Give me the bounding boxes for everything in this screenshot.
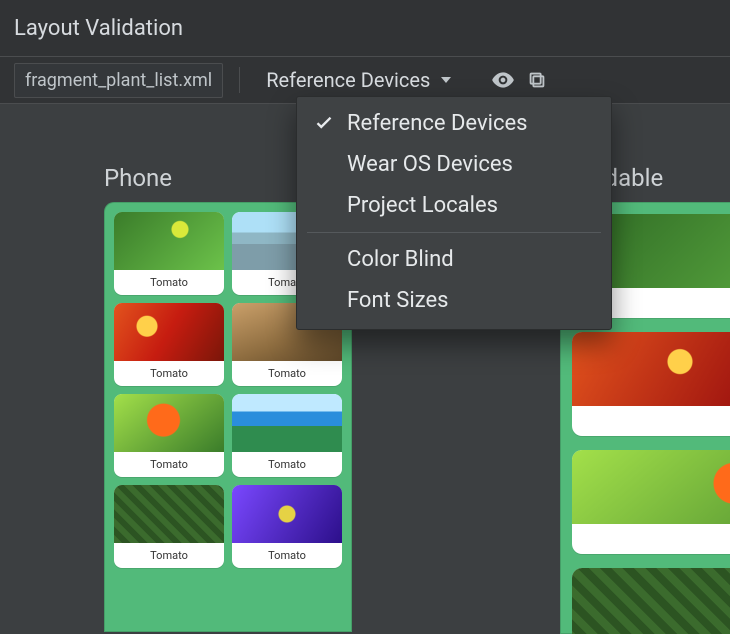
list-item: Tomato bbox=[572, 450, 730, 554]
menu-item-label: Font Sizes bbox=[347, 288, 448, 313]
menu-item-label: Wear OS Devices bbox=[347, 152, 513, 177]
copy-icon[interactable] bbox=[526, 69, 548, 91]
menu-item-label: Reference Devices bbox=[347, 111, 528, 136]
card-caption: Tomato bbox=[572, 524, 730, 554]
thumbnail bbox=[572, 332, 730, 406]
dropdown-label: Reference Devices bbox=[266, 68, 430, 92]
card-caption: Tomato bbox=[572, 406, 730, 436]
preview-group-label-phone: Phone bbox=[104, 164, 172, 192]
card-caption: Tomato bbox=[114, 270, 224, 295]
menu-item-font-sizes[interactable]: Font Sizes bbox=[297, 280, 611, 321]
breadcrumb-label: fragment_plant_list.xml bbox=[25, 70, 212, 91]
thumbnail bbox=[114, 212, 224, 270]
thumbnail bbox=[114, 394, 224, 452]
list-item: Tomato bbox=[572, 332, 730, 436]
list-item: Tomato bbox=[232, 485, 342, 568]
menu-item-project-locales[interactable]: Project Locales bbox=[297, 185, 611, 226]
menu-item-label: Color Blind bbox=[347, 247, 454, 272]
card-caption: Tomato bbox=[114, 361, 224, 386]
menu-item-color-blind[interactable]: Color Blind bbox=[297, 239, 611, 280]
card-caption: Tomato bbox=[232, 361, 342, 386]
list-item: Tomato bbox=[572, 568, 730, 634]
breadcrumb[interactable]: fragment_plant_list.xml bbox=[14, 63, 223, 98]
list-item: Tomato bbox=[232, 394, 342, 477]
check-icon bbox=[313, 113, 335, 135]
menu-divider bbox=[307, 232, 601, 233]
thumbnail bbox=[114, 303, 224, 361]
toolbar-separator bbox=[239, 67, 240, 93]
list-item: Tomato bbox=[114, 303, 224, 386]
thumbnail bbox=[114, 485, 224, 543]
page-title: Layout Validation bbox=[14, 16, 183, 41]
thumbnail bbox=[232, 485, 342, 543]
menu-item-label: Project Locales bbox=[347, 193, 498, 218]
card-caption: Tomato bbox=[114, 543, 224, 568]
menu-check-placeholder bbox=[313, 290, 335, 312]
menu-item-wear-os-devices[interactable]: Wear OS Devices bbox=[297, 144, 611, 185]
chevron-down-icon bbox=[438, 72, 454, 88]
menu-check-placeholder bbox=[313, 154, 335, 176]
list-item: Tomato bbox=[114, 212, 224, 295]
visibility-icon[interactable] bbox=[490, 67, 516, 93]
thumbnail bbox=[572, 568, 730, 634]
menu-item-reference-devices[interactable]: Reference Devices bbox=[297, 103, 611, 144]
list-item: Tomato bbox=[114, 485, 224, 568]
card-caption: Tomato bbox=[232, 543, 342, 568]
validation-set-menu: Reference Devices Wear OS Devices Projec… bbox=[296, 96, 612, 330]
menu-check-placeholder bbox=[313, 195, 335, 217]
menu-check-placeholder bbox=[313, 249, 335, 271]
card-caption: Tomato bbox=[114, 452, 224, 477]
validation-set-dropdown[interactable]: Reference Devices bbox=[256, 64, 464, 96]
thumbnail bbox=[572, 450, 730, 524]
card-caption: Tomato bbox=[232, 452, 342, 477]
thumbnail bbox=[232, 394, 342, 452]
titlebar: Layout Validation bbox=[0, 0, 730, 57]
list-item: Tomato bbox=[114, 394, 224, 477]
